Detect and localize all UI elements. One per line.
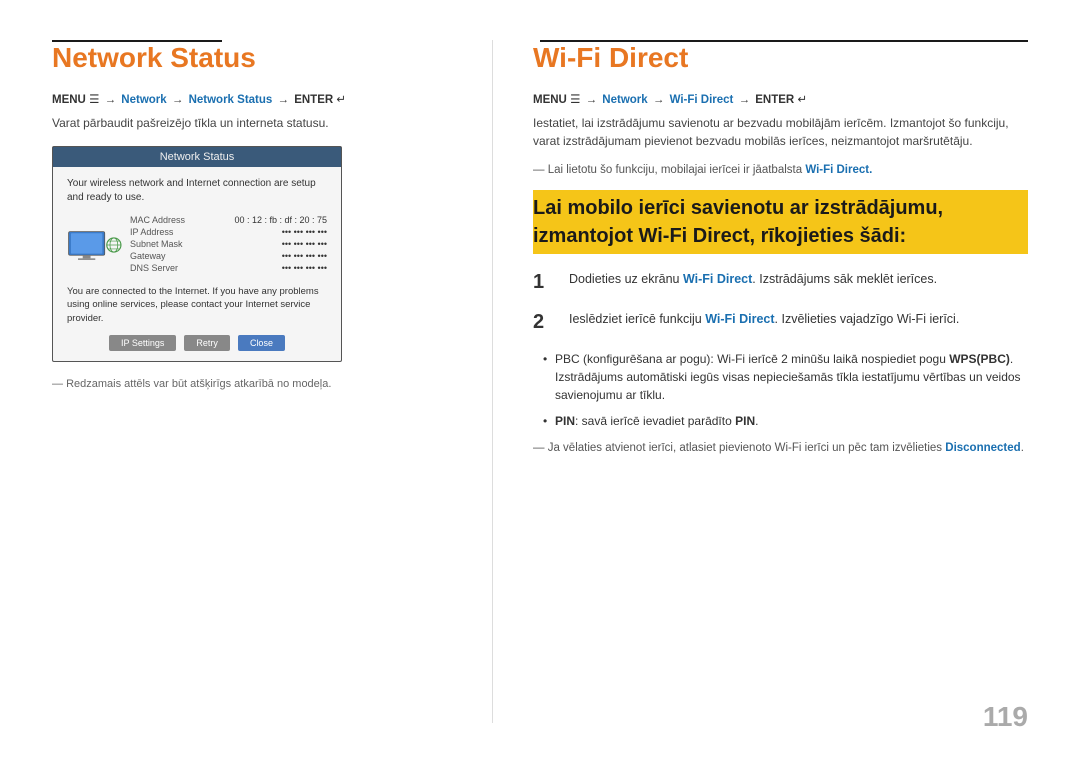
step-list: 1 Dodieties uz ekrānu Wi-Fi Direct. Izst… xyxy=(533,270,1028,334)
close-button[interactable]: Close xyxy=(238,335,285,351)
menu-network-right: Network xyxy=(602,94,651,106)
ip-settings-button[interactable]: IP Settings xyxy=(109,335,176,351)
wifi-direct-heading: Lai mobilo ierīci savienotu ar izstrādāj… xyxy=(533,190,1028,254)
screenshot-msg1: Your wireless network and Internet conne… xyxy=(67,177,327,205)
menu-icon-left: ☰ xyxy=(89,94,103,106)
step-2-number: 2 xyxy=(533,310,561,334)
wifidirect-step2: Wi-Fi Direct xyxy=(705,312,774,326)
left-description: Varat pārbaudit pašreizējo tīkla un inte… xyxy=(52,114,452,132)
step-1-text: Dodieties uz ekrānu Wi-Fi Direct. Izstrā… xyxy=(569,270,937,289)
page-number: 119 xyxy=(983,701,1028,733)
screenshot-msg2: You are connected to the Internet. If yo… xyxy=(67,285,327,325)
right-column: Wi-Fi Direct MENU ☰ → Network → Wi-Fi Di… xyxy=(492,40,1028,723)
menu-enter-right: ENTER xyxy=(755,94,797,106)
wifidirect-note-highlight: Wi-Fi Direct. xyxy=(805,164,872,176)
menu-enter-left: ENTER xyxy=(294,94,336,106)
wifidirect-step1: Wi-Fi Direct xyxy=(683,272,752,286)
retry-button[interactable]: Retry xyxy=(184,335,230,351)
network-status-screenshot: Network Status Your wireless network and… xyxy=(52,146,342,362)
screenshot-network-table: MAC Address00 : 12 : fb : df : 20 : 75 I… xyxy=(130,215,327,275)
right-note-top: — Lai lietotu šo funkciju, mobilajai ier… xyxy=(533,164,1028,176)
enter-icon-right: ↵ xyxy=(797,94,807,106)
divider-left xyxy=(52,40,222,42)
bullet-pin: PIN: savā ierīcē ievadiet parādīto PIN. xyxy=(543,412,1028,430)
menu-keyword-left: MENU xyxy=(52,94,86,106)
left-section-title: Network Status xyxy=(52,42,452,74)
disconnected-highlight: Disconnected xyxy=(945,442,1020,454)
enter-icon-left: ↵ xyxy=(336,94,346,106)
wps-pbc-highlight: WPS(PBC) xyxy=(949,352,1010,366)
left-note: Redzamais attēls var būt atšķirīgs atkar… xyxy=(52,376,452,393)
right-menu-path: MENU ☰ → Network → Wi-Fi Direct → ENTER … xyxy=(533,92,1028,106)
menu-icon-right: ☰ xyxy=(570,94,584,106)
pin-value: PIN xyxy=(735,414,755,428)
bullet-pbc: PBC (konfigurēšana ar pogu): Wi-Fi ierīc… xyxy=(543,350,1028,404)
menu-keyword-right: MENU xyxy=(533,94,567,106)
tv-icon: → xyxy=(67,225,122,265)
right-note-bottom: — Ja vēlaties atvienot ierīci, atlasiet … xyxy=(533,442,1028,454)
right-section-title: Wi-Fi Direct xyxy=(533,42,1028,74)
menu-networkstatus: Network Status xyxy=(189,94,276,106)
screenshot-titlebar: Network Status xyxy=(53,147,341,167)
right-description: Iestatiet, lai izstrādājumu savienotu ar… xyxy=(533,114,1028,150)
left-column: Network Status MENU ☰ → Network → Networ… xyxy=(52,40,492,723)
step-1: 1 Dodieties uz ekrānu Wi-Fi Direct. Izst… xyxy=(533,270,1028,294)
step-2: 2 Ieslēdziet ierīcē funkciju Wi-Fi Direc… xyxy=(533,310,1028,334)
screenshot-content: Your wireless network and Internet conne… xyxy=(53,167,341,361)
screenshot-buttons: IP Settings Retry Close xyxy=(67,335,327,351)
left-menu-path: MENU ☰ → Network → Network Status → ENTE… xyxy=(52,92,452,106)
step-2-text: Ieslēdziet ierīcē funkciju Wi-Fi Direct.… xyxy=(569,310,959,329)
menu-wifidirect-path: Wi-Fi Direct xyxy=(670,94,737,106)
pin-label: PIN xyxy=(555,414,575,428)
bullet-list: PBC (konfigurēšana ar pogu): Wi-Fi ierīc… xyxy=(533,350,1028,430)
menu-network-left: Network xyxy=(121,94,170,106)
screenshot-info-area: → MAC Address00 : 12 : fb : df : 20 : xyxy=(67,215,327,275)
divider-right xyxy=(540,40,1028,42)
step-1-number: 1 xyxy=(533,270,561,294)
